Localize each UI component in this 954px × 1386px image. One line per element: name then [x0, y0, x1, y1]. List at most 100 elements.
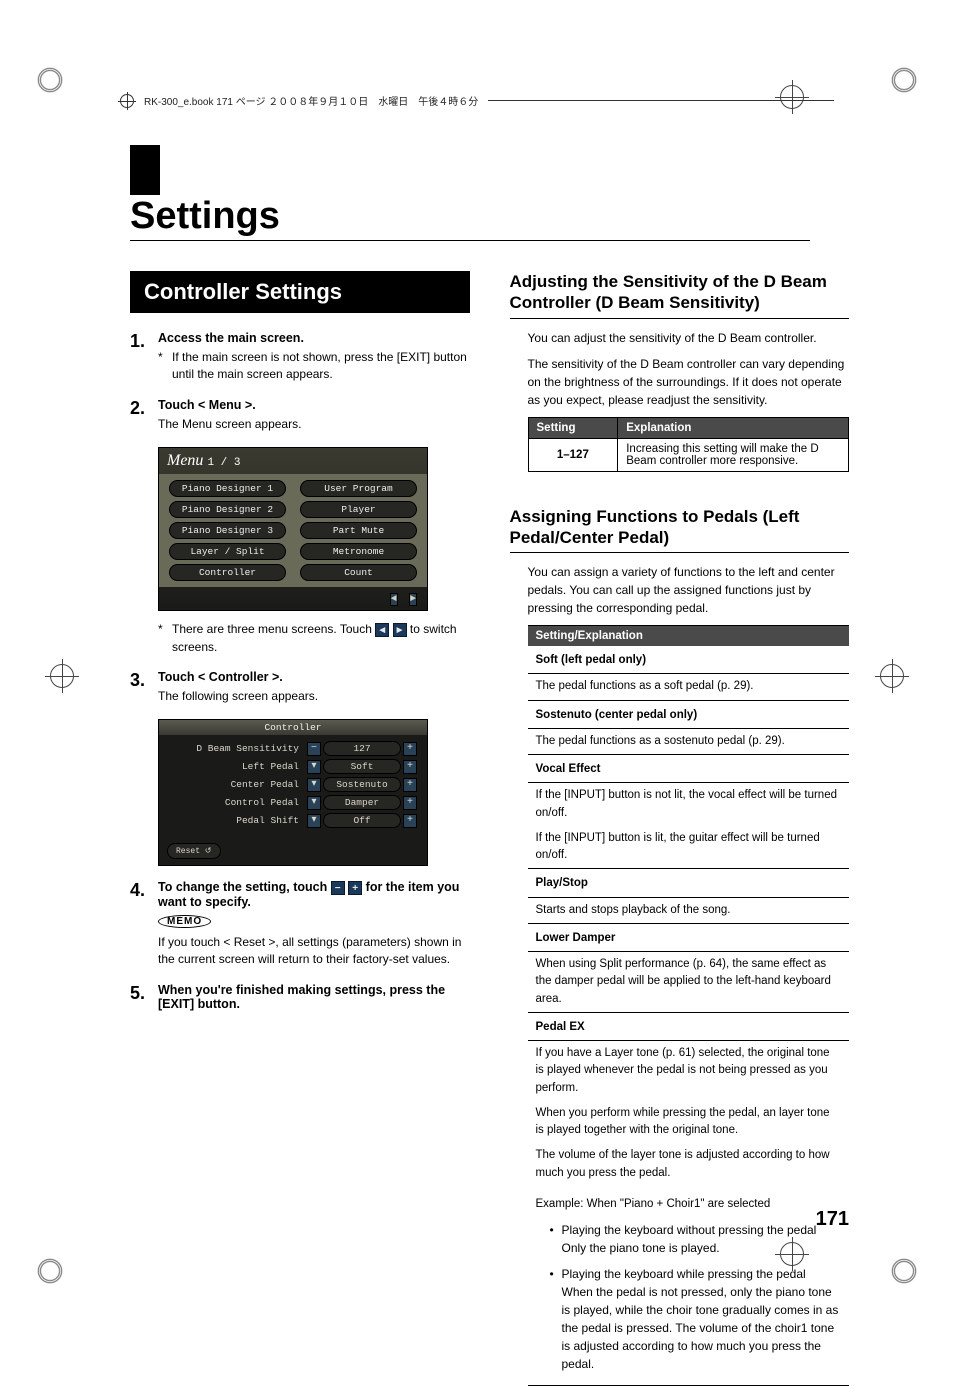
arrow-left-icon: ◄: [375, 623, 389, 637]
row-header: Soft (left pedal only): [528, 646, 850, 674]
menu-item[interactable]: Piano Designer 1: [169, 480, 286, 497]
row-header: Lower Damper: [528, 923, 850, 951]
dbeam-p2: The sensitivity of the D Beam controller…: [528, 355, 850, 409]
row-body: Starts and stops playback of the song.: [528, 897, 850, 923]
ctrl-row: Pedal Shift ▾ Off +: [167, 813, 419, 828]
ctrl-label: Left Pedal: [167, 761, 305, 772]
row-header: Play/Stop: [528, 869, 850, 897]
td-desc: Increasing this setting will make the D …: [618, 438, 849, 471]
step-title: Touch < Menu >.: [158, 398, 470, 412]
dbeam-table: Setting Explanation 1–127 Increasing thi…: [528, 417, 850, 472]
row-body: The pedal functions as a soft pedal (p. …: [528, 674, 850, 700]
plus-icon[interactable]: +: [403, 778, 417, 792]
row-body: If the [INPUT] button is not lit, the vo…: [528, 783, 850, 826]
th-setting: Setting: [528, 417, 618, 438]
menu-item[interactable]: Controller: [169, 564, 286, 581]
step-3: 3. Touch < Controller >. The following s…: [130, 670, 470, 709]
menu-screenshot: Menu 1 / 3 Piano Designer 1 User Program…: [158, 447, 428, 611]
step-title: To change the setting, touch − + for the…: [158, 880, 470, 909]
row-body: If you have a Layer tone (p. 61) selecte…: [528, 1041, 850, 1101]
step-title: Access the main screen.: [158, 331, 470, 345]
ctrl-value: Sostenuto: [323, 777, 401, 792]
menu-title: Menu: [167, 452, 203, 469]
arrow-left-icon[interactable]: ◄: [390, 593, 398, 606]
row-header: Vocal Effect: [528, 755, 850, 783]
section-banner: Controller Settings: [130, 271, 470, 313]
plus-icon[interactable]: +: [403, 760, 417, 774]
controller-titlebar: Controller: [159, 720, 427, 735]
menu-item[interactable]: Count: [300, 564, 417, 581]
chapter-bar: [130, 145, 160, 195]
ctrl-value: Soft: [323, 759, 401, 774]
chapter-title-row: Settings: [130, 145, 849, 241]
plus-icon[interactable]: +: [403, 814, 417, 828]
dropdown-icon[interactable]: ▾: [307, 814, 321, 828]
ctrl-label: Control Pedal: [167, 797, 305, 808]
heading-dbeam: Adjusting the Sensitivity of the D Beam …: [510, 271, 850, 319]
minus-icon[interactable]: −: [307, 742, 321, 756]
step-title: When you're finished making settings, pr…: [158, 983, 470, 1011]
registration-mark-left: [50, 664, 74, 688]
reset-button[interactable]: Reset ↺: [167, 843, 221, 859]
ctrl-row: D Beam Sensitivity − 127 +: [167, 741, 419, 756]
menu-item[interactable]: Part Mute: [300, 522, 417, 539]
crop-mark-tr: [889, 65, 919, 95]
step-num: 5.: [130, 983, 158, 1015]
row-header: Sostenuto (center pedal only): [528, 700, 850, 728]
plus-icon[interactable]: +: [403, 742, 417, 756]
td-range: 1–127: [528, 438, 618, 471]
plus-icon: +: [348, 881, 362, 895]
ctrl-row: Left Pedal ▾ Soft +: [167, 759, 419, 774]
page-number: 171: [816, 1208, 849, 1231]
step-num: 3.: [130, 670, 158, 709]
row-header: Pedal EX: [528, 1012, 850, 1040]
step-2: 2. Touch < Menu >. The Menu screen appea…: [130, 398, 470, 437]
menu-item[interactable]: Piano Designer 3: [169, 522, 286, 539]
row-body2: If the [INPUT] button is lit, the guitar…: [528, 826, 850, 869]
step-note: The following screen appears.: [158, 688, 470, 705]
heading-pedal: Assigning Functions to Pedals (Left Peda…: [510, 506, 850, 554]
ctrl-label: Center Pedal: [167, 779, 305, 790]
dbeam-p1: You can adjust the sensitivity of the D …: [528, 329, 850, 347]
meta-icon: [120, 94, 134, 108]
row-body3: The volume of the layer tone is adjusted…: [528, 1143, 850, 1186]
registration-mark-right: [880, 664, 904, 688]
menu-item[interactable]: User Program: [300, 480, 417, 497]
menu-item[interactable]: Metronome: [300, 543, 417, 560]
step-5: 5. When you're finished making settings,…: [130, 983, 470, 1015]
menu-item[interactable]: Layer / Split: [169, 543, 286, 560]
plus-icon[interactable]: +: [403, 796, 417, 810]
asterisk: *: [158, 349, 172, 384]
th-explanation: Explanation: [618, 417, 849, 438]
arrow-right-icon[interactable]: ►: [409, 593, 417, 606]
dropdown-icon[interactable]: ▾: [307, 778, 321, 792]
arrow-right-icon: ►: [393, 623, 407, 637]
ctrl-label: D Beam Sensitivity: [167, 743, 305, 754]
dropdown-icon[interactable]: ▾: [307, 760, 321, 774]
row-body: When using Split performance (p. 64), th…: [528, 952, 850, 1013]
step-1: 1. Access the main screen. * If the main…: [130, 331, 470, 388]
th-setting-expl: Setting/Explanation: [528, 626, 850, 647]
pedal-intro: You can assign a variety of functions to…: [528, 563, 850, 617]
right-column: Adjusting the Sensitivity of the D Beam …: [510, 271, 850, 1386]
controller-screenshot: Controller D Beam Sensitivity − 127 + Le…: [158, 719, 428, 866]
bullet-item: Playing the keyboard without pressing th…: [550, 1221, 842, 1257]
dropdown-icon[interactable]: ▾: [307, 796, 321, 810]
ctrl-row: Control Pedal ▾ Damper +: [167, 795, 419, 810]
step-note: If the main screen is not shown, press t…: [172, 349, 470, 384]
row-body: The pedal functions as a sostenuto pedal…: [528, 728, 850, 754]
menu-nav-note: There are three menu screens. Touch ◄ ► …: [172, 621, 470, 656]
left-column: Controller Settings 1. Access the main s…: [130, 271, 470, 1386]
step-title: Touch < Controller >.: [158, 670, 470, 684]
menu-item[interactable]: Piano Designer 2: [169, 501, 286, 518]
menu-page: 1 / 3: [207, 457, 240, 469]
pedal-table: Setting/Explanation Soft (left pedal onl…: [528, 625, 850, 1386]
menu-nav-arrows[interactable]: ◄ ►: [159, 587, 427, 610]
crop-mark-tl: [35, 65, 65, 95]
chapter-title: Settings: [130, 195, 810, 241]
ctrl-label: Pedal Shift: [167, 815, 305, 826]
meta-text: RK-300_e.book 171 ページ ２００８年９月１０日 水曜日 午後４…: [144, 93, 478, 108]
page-content: Settings Controller Settings 1. Access t…: [130, 145, 849, 1191]
menu-item[interactable]: Player: [300, 501, 417, 518]
ctrl-value: Off: [323, 813, 401, 828]
